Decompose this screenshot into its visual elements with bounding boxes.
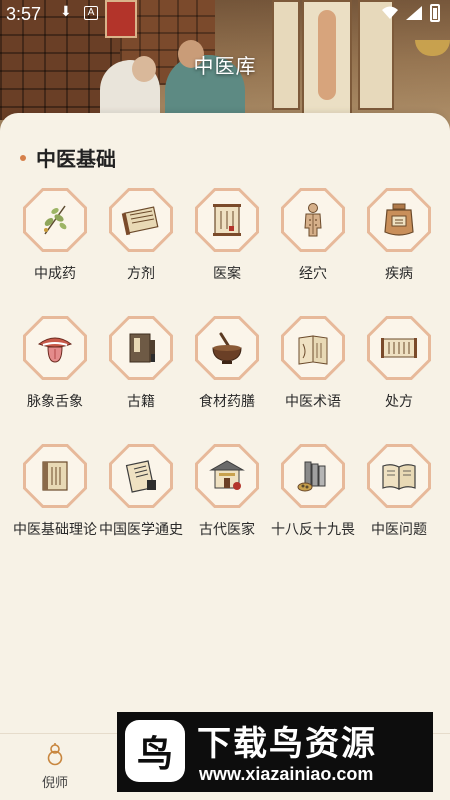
tongue-icon — [37, 337, 73, 363]
tab-teacher[interactable]: 倪师 — [30, 742, 80, 791]
category-tile[interactable]: 方剂 — [98, 188, 184, 298]
tab-teacher-label: 倪师 — [41, 776, 68, 791]
acupoint-figure-icon — [304, 203, 322, 237]
status-bar: 3:57 ⬇ A — [0, 0, 450, 30]
ancient-book-icon — [129, 333, 155, 363]
open-book-icon — [382, 464, 416, 490]
category-label: 医案 — [213, 266, 241, 282]
category-tile[interactable]: 脉象舌象 — [12, 316, 98, 426]
category-label: 古代医家 — [199, 522, 255, 538]
category-tile[interactable]: 医案 — [184, 188, 270, 298]
document-icon — [213, 204, 241, 236]
category-label: 经穴 — [299, 266, 327, 282]
category-tile[interactable]: 十八反十九畏 — [270, 444, 356, 554]
herb-icon — [44, 205, 67, 235]
category-tile[interactable]: 食材药膳 — [184, 316, 270, 426]
category-tile[interactable]: 古代医家 — [184, 444, 270, 554]
watermark-banner: 鸟 下载鸟资源 www.xiazainiao.com — [117, 712, 433, 792]
category-tile[interactable]: 中医基础理论 — [12, 444, 98, 554]
category-label: 食材药膳 — [199, 394, 255, 410]
category-label: 脉象舌象 — [27, 394, 83, 410]
category-label: 处方 — [385, 394, 413, 410]
mortar-icon — [212, 332, 242, 364]
notification-a-icon: A — [84, 6, 98, 20]
category-tile[interactable]: 中成药 — [12, 188, 98, 298]
category-label: 中医术语 — [285, 394, 341, 410]
pavilion-icon — [209, 460, 245, 490]
jar-icon — [384, 203, 414, 236]
section-header: 中医基础 — [20, 143, 116, 172]
category-label: 中成药 — [34, 266, 76, 282]
scroll-icon — [121, 206, 159, 236]
watermark-url: www.xiazainiao.com — [199, 764, 374, 784]
category-tile[interactable]: 经穴 — [270, 188, 356, 298]
category-label: 中医基础理论 — [13, 522, 97, 538]
download-icon: ⬇ — [60, 4, 72, 20]
category-label: 中医问题 — [371, 522, 427, 538]
category-grid: 中成药 方剂 医案 经穴 疾病 脉象舌象 古籍 食材药膳 中医术语 处方 中医基… — [12, 188, 438, 554]
history-book-icon — [125, 460, 156, 493]
section-dot-icon — [20, 154, 26, 161]
prescription-icon — [381, 338, 417, 358]
category-tile[interactable]: 古籍 — [98, 316, 184, 426]
terminology-book-icon — [298, 335, 328, 365]
signal-icon — [406, 6, 422, 20]
category-label: 十八反十九畏 — [271, 522, 355, 538]
status-time: 3:57 — [6, 4, 42, 24]
category-tile[interactable]: 处方 — [356, 316, 442, 426]
category-tile[interactable]: 中医问题 — [356, 444, 442, 554]
page-title: 中医库 — [193, 54, 257, 78]
watermark-title: 下载鸟资源 — [197, 724, 377, 764]
battery-icon — [430, 4, 440, 22]
gourd-icon — [47, 743, 63, 766]
theory-book-icon — [42, 461, 68, 491]
category-tile[interactable]: 中国医学通史 — [98, 444, 184, 554]
category-label: 方剂 — [127, 266, 155, 282]
category-label: 古籍 — [127, 394, 155, 410]
wifi-icon — [382, 6, 398, 19]
content-card: 中医基础 中成药 方剂 医案 经穴 疾病 脉象舌象 古籍 食材药膳 中医术语 处… — [0, 113, 450, 733]
category-tile[interactable]: 中医术语 — [270, 316, 356, 426]
watermark-logo: 鸟 — [125, 720, 185, 782]
section-title: 中医基础 — [36, 147, 116, 171]
category-label: 中国医学通史 — [99, 522, 183, 538]
category-label: 疾病 — [385, 266, 413, 282]
category-tile[interactable]: 疾病 — [356, 188, 442, 298]
herbs-cans-icon — [297, 461, 326, 492]
